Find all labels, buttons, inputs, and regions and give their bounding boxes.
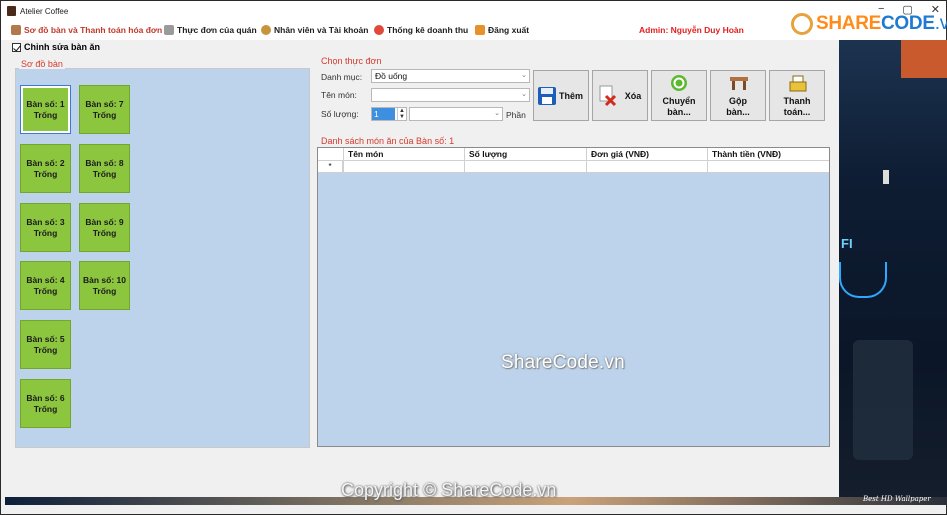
chevron-down-icon[interactable]: ⌄ xyxy=(521,89,527,101)
wallpaper-shop-sign xyxy=(901,40,947,78)
cash-register-icon xyxy=(789,75,807,92)
order-list-title: Danh sách món ăn của Bàn số: 1 xyxy=(321,136,455,146)
chevron-down-icon[interactable]: ⌄ xyxy=(521,70,527,82)
table-button-4[interactable]: Bàn số: 4 Trống xyxy=(20,261,71,310)
delete-button[interactable]: Xóa xyxy=(592,70,648,121)
menu-item-menu[interactable]: Thực đơn của quán xyxy=(164,25,257,35)
category-label: Danh mục: xyxy=(321,72,363,82)
edit-tables-label: Chỉnh sửa bàn ăn xyxy=(24,42,101,52)
table-button-5[interactable]: Bàn số: 5 Trống xyxy=(20,320,71,369)
logo-text-domain: .vn xyxy=(934,13,947,34)
wallpaper-credit: Best HD Wallpaper xyxy=(863,495,931,503)
table-button-3[interactable]: Bàn số: 3 Trống xyxy=(20,203,71,252)
window-title: Atelier Coffee xyxy=(20,7,69,16)
menu-select-title: Chọn thực đơn xyxy=(321,56,382,66)
center-watermark: ShareCode.vn xyxy=(501,352,625,373)
table-button-9[interactable]: Bàn số: 9 Trống xyxy=(79,203,130,252)
column-header-name[interactable]: Tên món xyxy=(348,149,383,159)
table-button-2[interactable]: Bàn số: 2 Trống xyxy=(20,144,71,193)
stepper-arrows-icon[interactable]: ▲ ▼ xyxy=(397,108,406,120)
table-map-group: Bàn số: 1 Trống Bàn số: 2 Trống Bàn số: … xyxy=(14,59,310,448)
order-grid[interactable]: Tên món Số lượng Đơn giá (VNĐ) Thành tiề… xyxy=(317,147,830,447)
table-icon xyxy=(730,77,748,90)
sharecode-logo-icon xyxy=(791,13,813,35)
unit-label: Phần xyxy=(506,110,526,120)
menu-item-table-map[interactable]: Sơ đồ bàn và Thanh toán hóa đơn xyxy=(11,25,162,35)
quantity-label: Số lượng: xyxy=(321,109,359,119)
wallpaper-neon-text: FI xyxy=(841,236,853,251)
edit-tables-checkbox[interactable]: Chỉnh sửa bàn ăn xyxy=(12,42,100,52)
logo-text-share: SHARE xyxy=(816,13,882,34)
new-row[interactable]: * xyxy=(318,161,829,173)
grid-header: Tên món Số lượng Đơn giá (VNĐ) Thành tiề… xyxy=(318,148,829,161)
item-combobox[interactable]: ⌄ xyxy=(371,88,530,102)
statistics-icon xyxy=(374,25,384,35)
menu-book-icon xyxy=(164,25,174,35)
item-label: Tên món: xyxy=(321,90,357,100)
table-map-title: Sơ đồ bàn xyxy=(19,59,65,69)
wallpaper-chair xyxy=(853,340,913,460)
table-button-8[interactable]: Bàn số: 8 Trống xyxy=(79,144,130,193)
table-map-panel: Bàn số: 1 Trống Bàn số: 2 Trống Bàn số: … xyxy=(15,68,310,448)
checkbox-checked-icon[interactable] xyxy=(12,42,21,52)
menu-item-staff[interactable]: Nhân viên và Tài khoản xyxy=(261,25,368,35)
wallpaper-neon-cup xyxy=(839,262,887,298)
logo-text-code: CODE xyxy=(881,13,935,34)
menu-item-statistics[interactable]: Thống kê doanh thu xyxy=(374,25,468,35)
sharecode-logo: SHARECODE.vn xyxy=(791,13,947,35)
column-header-quantity[interactable]: Số lượng xyxy=(469,149,507,159)
copyright-watermark: Copyright © ShareCode.vn xyxy=(341,480,557,500)
column-header-unit-price[interactable]: Đơn giá (VNĐ) xyxy=(591,149,649,159)
table-button-1[interactable]: Bàn số: 1 Trống xyxy=(20,85,71,134)
background-wallpaper: FI xyxy=(839,40,947,500)
menu-select-group: Chọn thực đơn Danh mục: Đồ uống ⌄ Tên mó… xyxy=(317,56,831,131)
quantity-value[interactable]: 1 xyxy=(372,108,395,120)
merge-table-button[interactable]: Gộp bàn... xyxy=(710,70,766,121)
refresh-icon xyxy=(671,75,687,91)
employee-icon xyxy=(261,25,271,35)
column-header-total[interactable]: Thành tiền (VNĐ) xyxy=(712,149,781,159)
coffee-cup-icon xyxy=(11,25,21,35)
pay-button[interactable]: Thanh toán... xyxy=(769,70,825,121)
new-row-marker: * xyxy=(318,161,343,172)
logout-icon xyxy=(475,25,485,35)
move-table-button[interactable]: Chuyển bàn... xyxy=(651,70,707,121)
chevron-down-icon[interactable]: ⌄ xyxy=(494,108,500,120)
admin-label: Admin: Nguyễn Duy Hoàn xyxy=(639,25,744,35)
app-window: Atelier Coffee − ▢ ✕ Sơ đồ bàn và Thanh … xyxy=(0,0,947,515)
table-button-10[interactable]: Bàn số: 10 Trống xyxy=(79,261,130,310)
app-icon xyxy=(7,6,16,16)
quantity-stepper[interactable]: 1 ▲ ▼ xyxy=(371,107,407,121)
wallpaper-lamp xyxy=(883,170,889,184)
table-button-7[interactable]: Bàn số: 7 Trống xyxy=(79,85,130,134)
add-button[interactable]: Thêm xyxy=(533,70,589,121)
menu-item-logout[interactable]: Đăng xuất xyxy=(475,25,529,35)
unit-combobox[interactable]: ⌄ xyxy=(409,107,503,121)
table-button-6[interactable]: Bàn số: 6 Trống xyxy=(20,379,71,428)
category-combobox[interactable]: Đồ uống ⌄ xyxy=(371,69,530,83)
